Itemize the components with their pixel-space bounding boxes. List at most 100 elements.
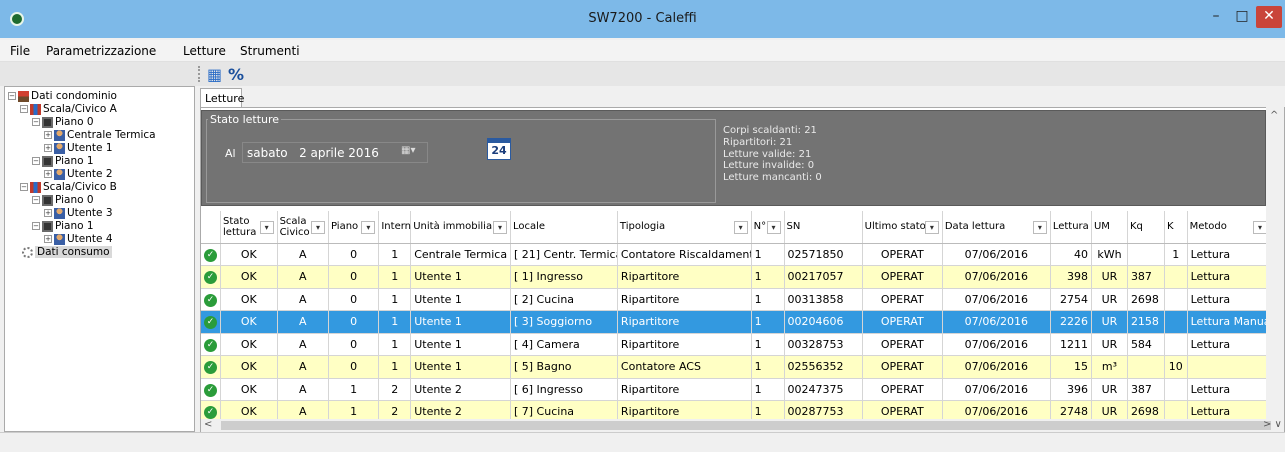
cell-um[interactable]: UR xyxy=(1091,400,1128,419)
col-unita[interactable]: Unità immobiliare ▾ xyxy=(410,211,511,244)
cell-n[interactable]: 1 xyxy=(751,355,785,379)
col-k[interactable]: K xyxy=(1164,211,1188,244)
cell-piano[interactable]: 0 xyxy=(328,355,380,379)
cell-ultimo[interactable]: OPERAT xyxy=(862,355,943,379)
cell-interno[interactable]: 1 xyxy=(378,355,412,379)
menu-strumenti[interactable]: Strumenti xyxy=(240,44,300,58)
cell-scala[interactable]: A xyxy=(277,378,329,401)
cell-piano[interactable]: 0 xyxy=(328,288,380,311)
calendar-dropdown-icon[interactable]: ▦▾ xyxy=(401,145,423,160)
vertical-scrollbar[interactable]: ^ xyxy=(1266,107,1284,419)
cell-unita[interactable]: Utente 2 xyxy=(410,400,511,419)
cell-kq[interactable]: 584 xyxy=(1127,333,1165,356)
cell-metodo[interactable]: Lettura xyxy=(1187,265,1271,289)
cell-tipologia[interactable]: Ripartitore xyxy=(617,310,752,334)
cell-piano[interactable]: 0 xyxy=(328,310,380,334)
cell-scala[interactable]: A xyxy=(277,333,329,356)
scroll-up-icon[interactable]: ^ xyxy=(1270,110,1278,121)
tree-node-utente2[interactable]: + Utente 2 xyxy=(44,168,113,181)
tree-node-consumo[interactable]: Dati consumo xyxy=(22,246,112,259)
filter-icon[interactable]: ▾ xyxy=(492,221,507,234)
cell-kq[interactable]: 2698 xyxy=(1127,288,1165,311)
scroll-thumb[interactable] xyxy=(221,421,1271,430)
cell-stato[interactable]: OK xyxy=(220,355,278,379)
cell-data[interactable]: 07/06/2016 xyxy=(942,265,1051,289)
cell-scala[interactable]: A xyxy=(277,265,329,289)
col-interno[interactable]: Interno xyxy=(378,211,417,244)
cell-data[interactable]: 07/06/2016 xyxy=(942,243,1051,266)
cell-unita[interactable]: Utente 1 xyxy=(410,333,511,356)
cell-scala[interactable]: A xyxy=(277,243,329,266)
cell-tipologia[interactable]: Contatore Riscaldamento xyxy=(617,243,752,266)
cell-sn[interactable]: 00328753 xyxy=(784,333,863,356)
col-piano[interactable]: Piano ▾ xyxy=(328,211,380,244)
cell-interno[interactable]: 1 xyxy=(378,288,412,311)
menu-parametrizzazione[interactable]: Parametrizzazione xyxy=(46,44,156,58)
cell-lettura[interactable]: 15 xyxy=(1050,355,1092,379)
cell-sn[interactable]: 00204606 xyxy=(784,310,863,334)
maximize-button[interactable]: □ xyxy=(1229,6,1255,28)
cell-k[interactable]: 10 xyxy=(1164,355,1188,379)
cell-tipologia[interactable]: Ripartitore xyxy=(617,333,752,356)
cell-k[interactable] xyxy=(1164,310,1188,334)
cell-kq[interactable]: 387 xyxy=(1127,378,1165,401)
cell-ultimo[interactable]: OPERAT xyxy=(862,265,943,289)
filter-icon[interactable]: ▾ xyxy=(259,221,274,234)
cell-locale[interactable]: [ 6] Ingresso xyxy=(510,378,618,401)
col-ultimo[interactable]: Ultimo stato ▾ xyxy=(862,211,943,244)
cell-n[interactable]: 1 xyxy=(751,378,785,401)
cell-stato[interactable]: OK xyxy=(220,310,278,334)
cell-k[interactable] xyxy=(1164,400,1188,419)
collapse-icon[interactable]: − xyxy=(20,105,28,113)
cell-lettura[interactable]: 1211 xyxy=(1050,333,1092,356)
collapse-icon[interactable]: − xyxy=(32,157,40,165)
cell-sn[interactable]: 00247375 xyxy=(784,378,863,401)
cell-lettura[interactable]: 396 xyxy=(1050,378,1092,401)
collapse-icon[interactable]: − xyxy=(20,183,28,191)
cell-metodo[interactable]: Lettura Manuale xyxy=(1187,310,1271,334)
cell-tipologia[interactable]: Ripartitore xyxy=(617,265,752,289)
cell-n[interactable]: 1 xyxy=(751,243,785,266)
col-n[interactable]: N° ▾ xyxy=(751,211,785,244)
menu-letture[interactable]: Letture xyxy=(183,44,226,58)
cell-n[interactable]: 1 xyxy=(751,333,785,356)
filter-icon[interactable]: ▾ xyxy=(733,221,748,234)
cell-sn[interactable]: 02556352 xyxy=(784,355,863,379)
col-scala[interactable]: Scala Civico ▾ xyxy=(277,211,329,244)
cell-ultimo[interactable]: OPERAT xyxy=(862,288,943,311)
cell-piano[interactable]: 0 xyxy=(328,243,380,266)
cell-lettura[interactable]: 40 xyxy=(1050,243,1092,266)
cell-metodo[interactable]: Lettura xyxy=(1187,400,1271,419)
cell-interno[interactable]: 1 xyxy=(378,243,412,266)
filter-icon[interactable]: ▾ xyxy=(1253,221,1267,234)
cell-lettura[interactable]: 398 xyxy=(1050,265,1092,289)
tree-node-piano-0a[interactable]: − Piano 0 xyxy=(32,116,94,129)
cell-um[interactable]: UR xyxy=(1091,378,1128,401)
cell-kq[interactable]: 387 xyxy=(1127,265,1165,289)
cell-metodo[interactable]: Lettura xyxy=(1187,288,1271,311)
cell-data[interactable]: 07/06/2016 xyxy=(942,333,1051,356)
cell-locale[interactable]: [ 5] Bagno xyxy=(510,355,618,379)
cell-scala[interactable]: A xyxy=(277,288,329,311)
date-picker[interactable]: sabato 2 aprile 2016 ▦▾ xyxy=(242,142,428,163)
tree-node-piano-1b[interactable]: − Piano 1 xyxy=(32,220,94,233)
col-um[interactable]: UM xyxy=(1091,211,1128,244)
cell-piano[interactable]: 0 xyxy=(328,333,380,356)
col-stato[interactable]: Stato lettura ▾ xyxy=(220,211,278,244)
cell-sn[interactable]: 02571850 xyxy=(784,243,863,266)
cell-piano[interactable]: 0 xyxy=(328,265,380,289)
percent-icon[interactable]: % xyxy=(228,65,244,84)
cell-k[interactable] xyxy=(1164,265,1188,289)
cell-metodo[interactable] xyxy=(1187,355,1271,379)
calendar-icon[interactable]: 24 xyxy=(487,138,511,160)
cell-scala[interactable]: A xyxy=(277,355,329,379)
cell-lettura[interactable]: 2748 xyxy=(1050,400,1092,419)
menu-file[interactable]: File xyxy=(10,44,30,58)
collapse-icon[interactable]: − xyxy=(32,196,40,204)
cell-stato[interactable]: OK xyxy=(220,265,278,289)
cell-locale[interactable]: [ 7] Cucina xyxy=(510,400,618,419)
cell-sn[interactable]: 00287753 xyxy=(784,400,863,419)
cell-scala[interactable]: A xyxy=(277,310,329,334)
cell-ultimo[interactable]: OPERAT xyxy=(862,310,943,334)
cell-ultimo[interactable]: OPERAT xyxy=(862,400,943,419)
